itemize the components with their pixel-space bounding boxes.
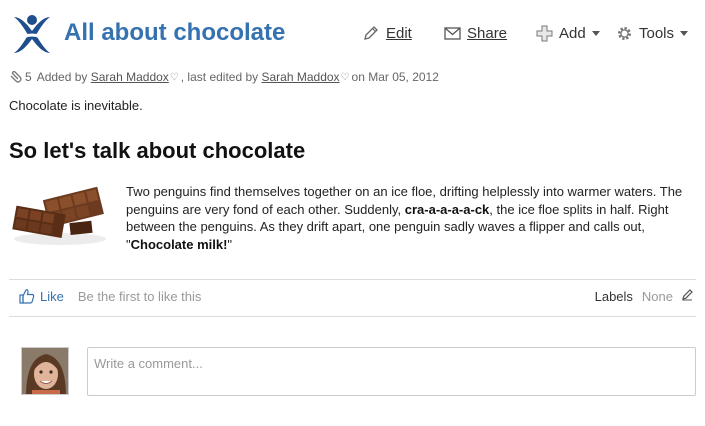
like-button[interactable]: Like bbox=[19, 288, 64, 304]
divider bbox=[9, 316, 696, 317]
edit-button[interactable]: Edit bbox=[362, 22, 412, 44]
edited-by-prefix: , last edited by bbox=[180, 70, 259, 84]
section-heading: So let's talk about chocolate bbox=[9, 138, 306, 163]
heart-icon: ♡ bbox=[340, 71, 350, 83]
like-label: Like bbox=[40, 288, 64, 304]
chocolate-image bbox=[10, 182, 110, 246]
editor-link[interactable]: Sarah Maddox bbox=[262, 70, 340, 84]
edit-label: Edit bbox=[386, 24, 412, 42]
avatar[interactable] bbox=[21, 347, 69, 395]
added-by-prefix: Added by bbox=[36, 70, 88, 84]
attachment-count[interactable]: 5 bbox=[25, 70, 32, 84]
like-section: Like Be the first to like this bbox=[19, 288, 201, 304]
share-label: Share bbox=[467, 24, 508, 42]
story-text: " bbox=[227, 236, 233, 252]
edit-labels-button[interactable] bbox=[681, 288, 694, 304]
labels-section: Labels None bbox=[595, 288, 694, 304]
envelope-icon bbox=[444, 26, 461, 40]
page-title: All about chocolate bbox=[64, 19, 286, 46]
share-button[interactable]: Share bbox=[444, 22, 507, 44]
user-avatar-image bbox=[22, 348, 68, 394]
chevron-down-icon bbox=[680, 30, 689, 36]
story-bold-text: Chocolate milk! bbox=[130, 236, 228, 252]
labels-value: None bbox=[641, 288, 673, 304]
story-bold-text: cra-a-a-a-a-ck bbox=[404, 201, 490, 217]
page-metadata: 5 Added by Sarah Maddox ♡, last edited by… bbox=[9, 70, 439, 84]
plus-icon bbox=[536, 25, 553, 41]
paperclip-icon[interactable] bbox=[9, 71, 23, 83]
confluence-logo-icon[interactable] bbox=[8, 11, 56, 59]
intro-paragraph: Chocolate is inevitable. bbox=[9, 98, 143, 113]
gear-icon bbox=[618, 26, 631, 40]
tools-label: Tools bbox=[639, 24, 675, 42]
divider bbox=[9, 279, 696, 280]
add-label: Add bbox=[559, 24, 586, 42]
pencil-icon bbox=[682, 289, 693, 301]
thumbs-up-icon bbox=[19, 289, 35, 304]
edit-date: on Mar 05, 2012 bbox=[351, 70, 439, 84]
heart-icon: ♡ bbox=[169, 71, 179, 83]
creator-link[interactable]: Sarah Maddox bbox=[91, 70, 169, 84]
add-menu-button[interactable]: Add bbox=[536, 22, 600, 44]
tools-menu-button[interactable]: Tools bbox=[616, 22, 689, 44]
chevron-down-icon bbox=[591, 30, 600, 36]
story-paragraph: Two penguins find themselves together on… bbox=[126, 183, 696, 253]
comment-input[interactable] bbox=[87, 347, 696, 396]
labels-title: Labels bbox=[594, 288, 633, 304]
pencil-icon bbox=[364, 26, 378, 40]
like-hint: Be the first to like this bbox=[77, 288, 202, 304]
